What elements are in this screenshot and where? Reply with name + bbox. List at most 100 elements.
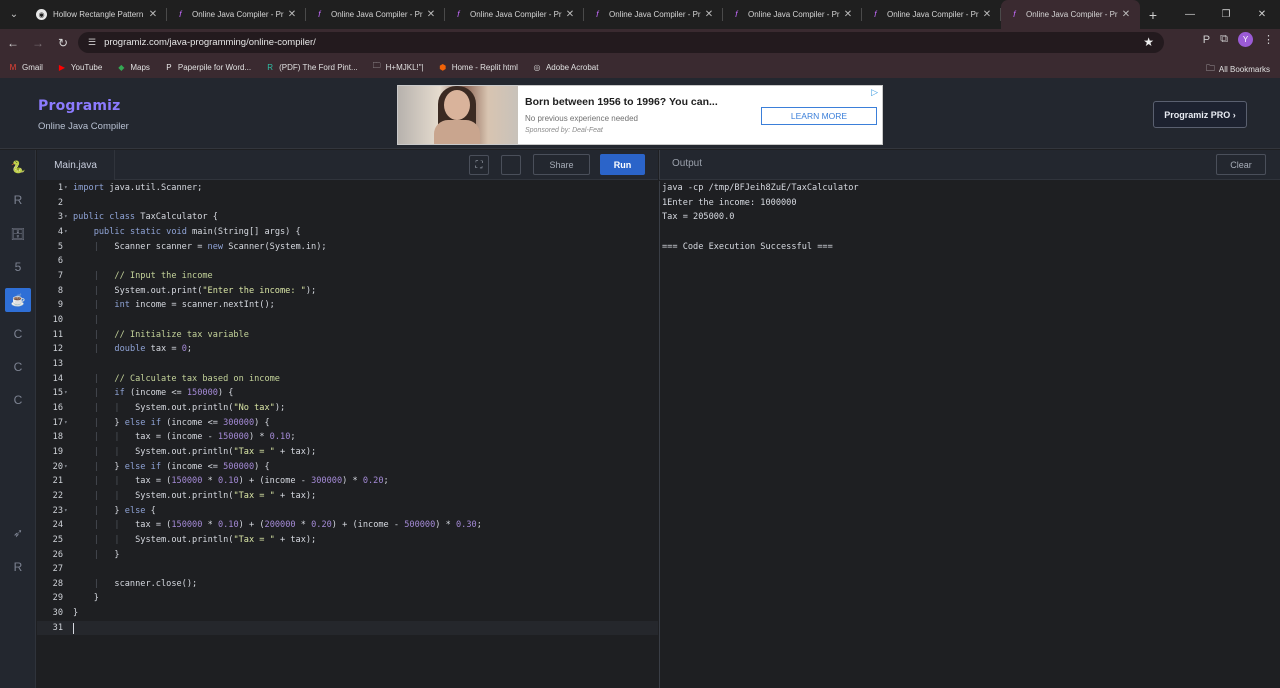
code-line[interactable]: 1 ▾ import java.util.Scanner; [37,181,658,196]
csharp-icon[interactable]: C [5,388,31,412]
tab-search-icon[interactable]: ⌄ [0,0,28,29]
python-icon[interactable]: 🐍 [5,155,31,179]
code-line[interactable]: 28 | scanner.close(); [37,577,658,592]
cpp-icon[interactable]: C [5,355,31,379]
code-line[interactable]: 6 [37,254,658,269]
file-tab-main-java[interactable]: Main.java [37,150,115,180]
bookmark-item[interactable]: R (PDF) The Ford Pint... [265,62,357,72]
adchoices-icon[interactable]: ▷ [871,87,878,98]
bookmark-item[interactable]: M Gmail [8,62,43,72]
tab-close-icon[interactable]: ✕ [703,9,715,20]
ad-learn-more-button[interactable]: LEARN MORE [761,107,877,125]
code-line[interactable]: 20 ▾ | } else if (income <= 500000) { [37,460,658,475]
bookmark-item[interactable]: ◆ Maps [116,62,150,72]
swift-icon[interactable]: ➶ [5,521,31,545]
browser-tab[interactable]: 𝑓 Online Java Compiler - Pr ✕ [445,0,584,29]
code-editor[interactable]: 1 ▾ import java.util.Scanner; 2 3 ▾ public cla… [37,181,658,688]
java-icon[interactable]: ☕ [5,288,31,313]
code-line[interactable]: 8 | System.out.print("Enter the income: … [37,284,658,299]
code-line[interactable]: 22 | | System.out.println("Tax = " + tax… [37,489,658,504]
clear-output-button[interactable]: Clear [1216,154,1266,175]
address-bar[interactable]: ☰ programiz.com/java-programming/online-… [78,32,1164,53]
browser-menu-icon[interactable]: ⋮ [1263,33,1274,46]
bookmark-item[interactable]: ◎ Adobe Acrobat [532,62,598,72]
code-line[interactable]: 5 | Scanner scanner = new Scanner(System… [37,240,658,255]
share-button[interactable]: Share [533,154,590,175]
tab-close-icon[interactable]: ✕ [1120,9,1132,20]
programiz-pro-button[interactable]: Programiz PRO › [1153,101,1247,128]
bookmark-star-icon[interactable]: ★ [1143,35,1154,49]
minimize-icon[interactable]: — [1172,0,1208,29]
close-window-icon[interactable]: ✕ [1244,0,1280,29]
run-button[interactable]: Run [600,154,645,175]
code-line[interactable]: 16 | | System.out.println("No tax"); [37,401,658,416]
rust-icon[interactable]: R [5,555,31,579]
bookmark-item[interactable]: ▶ YouTube [57,62,103,72]
code-line[interactable]: 14 | // Calculate tax based on income [37,372,658,387]
browser-tab[interactable]: 𝑓 Online Java Compiler - Pr ✕ [584,0,723,29]
reload-icon[interactable]: ↻ [51,31,75,55]
code-line[interactable]: 4 ▾ public static void main(String[] args… [37,225,658,240]
advertisement-banner[interactable]: Born between 1956 to 1996? You can... No… [397,85,883,145]
fold-arrow-icon[interactable]: ▾ [64,416,68,431]
c-icon[interactable]: C [5,322,31,346]
browser-tab[interactable]: 𝑓 Online Java Compiler - Pr ✕ [723,0,862,29]
code-line[interactable]: 27 [37,562,658,577]
fold-arrow-icon[interactable]: ▾ [64,460,68,475]
tab-close-icon[interactable]: ✕ [981,9,993,20]
restore-icon[interactable]: ❐ [1208,0,1244,29]
browser-tab[interactable]: 𝑓 Online Java Compiler - Pr ✕ [167,0,306,29]
code-line[interactable]: 25 | | System.out.println("Tax = " + tax… [37,533,658,548]
code-line[interactable]: 7 | // Input the income [37,269,658,284]
code-line[interactable]: 15 ▾ | if (income <= 150000) { [37,386,658,401]
browser-tab[interactable]: 𝑓 Online Java Compiler - Pr ✕ [1001,0,1140,29]
tab-close-icon[interactable]: ✕ [425,9,437,20]
new-tab-button[interactable]: + [1140,0,1166,29]
code-line[interactable]: 23 ▾ | } else { [37,504,658,519]
browser-tab[interactable]: ◉ Hollow Rectangle Pattern ✕ [28,0,167,29]
code-line[interactable]: 21 | | tax = (150000 * 0.10) + (income -… [37,474,658,489]
code-line[interactable]: 31 [37,620,658,636]
code-line[interactable]: 3 ▾ public class TaxCalculator { [37,210,658,225]
code-line[interactable]: 13 [37,357,658,372]
tab-close-icon[interactable]: ✕ [147,9,159,20]
code-line[interactable]: 30} [37,606,658,621]
code-line[interactable]: 19 | | System.out.println("Tax = " + tax… [37,445,658,460]
forward-icon[interactable]: → [26,31,50,55]
fold-arrow-icon[interactable]: ▾ [64,504,68,519]
tab-close-icon[interactable]: ✕ [286,9,298,20]
back-icon[interactable]: ← [1,31,25,55]
fold-arrow-icon[interactable]: ▾ [64,225,68,240]
extensions-puzzle-icon[interactable]: ⧉ [1220,33,1228,46]
theme-toggle-icon[interactable] [501,155,521,175]
fold-arrow-icon[interactable]: ▾ [64,210,68,225]
browser-tab[interactable]: 𝑓 Online Java Compiler - Pr ✕ [306,0,445,29]
browser-tab[interactable]: 𝑓 Online Java Compiler - Pr ✕ [862,0,1001,29]
code-line[interactable]: 17 ▾ | } else if (income <= 300000) { [37,416,658,431]
code-line[interactable]: 10 | [37,313,658,328]
code-line[interactable]: 26 | } [37,548,658,563]
fold-arrow-icon[interactable]: ▾ [64,181,68,196]
bookmark-item[interactable]: P Paperpile for Word... [164,62,251,72]
code-line[interactable]: 2 [37,196,658,211]
all-bookmarks-button[interactable]: 🗀 All Bookmarks [1206,61,1270,77]
programiz-logo[interactable]: Programiz [38,98,121,114]
r-icon[interactable]: R [5,188,31,212]
profile-avatar[interactable]: Y [1238,32,1253,47]
bookmark-item[interactable]: ⬢ Home - Replit html [438,62,518,72]
code-line[interactable]: 29 } [37,591,658,606]
code-line[interactable]: 11 | // Initialize tax variable [37,328,658,343]
tab-close-icon[interactable]: ✕ [564,9,576,20]
url-text[interactable]: programiz.com/java-programming/online-co… [104,37,316,48]
code-line[interactable]: 9 | int income = scanner.nextInt(); [37,298,658,313]
html-icon[interactable]: 5 [5,255,31,279]
code-line[interactable]: 18 | | tax = (income - 150000) * 0.10; [37,430,658,445]
code-line[interactable]: 12 | double tax = 0; [37,342,658,357]
fullscreen-icon[interactable]: ⛶ [469,155,489,175]
code-line[interactable]: 24 | | tax = (150000 * 0.10) + (200000 *… [37,518,658,533]
site-info-icon[interactable]: ☰ [88,37,96,48]
extension-icon[interactable]: P [1203,34,1210,46]
tab-close-icon[interactable]: ✕ [842,9,854,20]
bookmark-item[interactable]: 🗀 H+MJKL!"| [372,61,424,72]
sql-icon[interactable]: 🗄 [5,222,31,246]
